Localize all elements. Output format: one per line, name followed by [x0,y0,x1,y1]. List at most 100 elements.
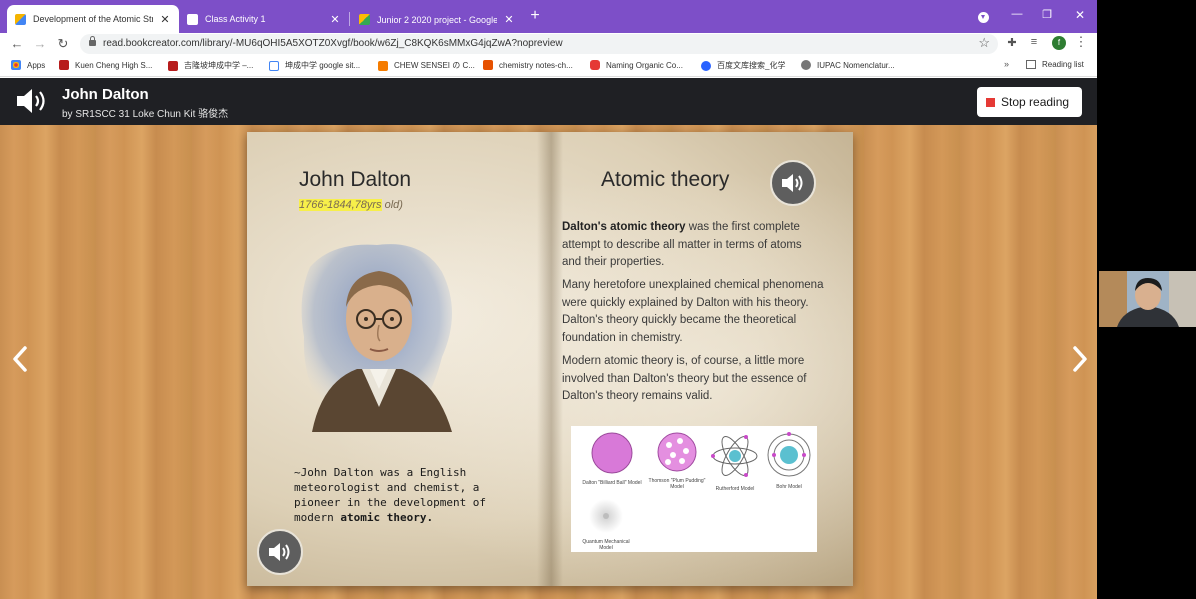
youtube-icon [590,60,600,70]
thomson-plum-pudding-graphic [657,432,697,472]
bookmark-label: Apps [27,60,46,70]
bookmark-iupac[interactable]: IUPAC Nomenclatur... [801,60,895,70]
tab-strip: Development of the Atomic Stru ✕ Class A… [0,0,1097,33]
site-favicon-icon [483,60,493,70]
reading-list-button[interactable]: Reading list [1026,60,1084,69]
bookmark-label: chemistry notes-ch... [499,60,573,70]
more-bookmarks-icon[interactable]: » [1004,59,1009,69]
address-bar[interactable]: read.bookcreator.com/library/-MU6qOHI5A5… [80,34,998,54]
stop-icon [986,97,995,107]
lock-icon [89,36,96,46]
model-label: Bohr Model [776,484,802,490]
tab-title: Junior 2 2020 project - Google 表 [377,14,497,25]
tab-separator [349,12,350,26]
reload-icon[interactable]: ↻ [56,36,70,52]
school-crest-icon [168,60,178,71]
quote-bold-text: atomic theory. [340,511,434,524]
profile-menu-icon[interactable] [978,12,989,23]
bookmark-naming-organic[interactable]: Naming Organic Co... [590,60,683,70]
book-title: John Dalton [62,86,149,103]
bookmark-kuen-cheng[interactable]: Kuen Cheng High S... [59,60,152,70]
dalton-model: Dalton "Billiard Ball" Model [579,431,645,486]
tab-title: Development of the Atomic Stru [33,14,153,24]
book-reader: John Dalton by SR1SCC 31 Loke Chun Kit 骆… [0,78,1097,599]
bohr-model: Bohr Model [763,431,815,490]
left-page-title: John Dalton [299,168,412,191]
right-page-audio-button[interactable] [770,160,816,206]
stop-reading-label: Stop reading [1001,95,1070,109]
bookcreator-favicon-icon [15,13,26,25]
paragraph-bold-term: Dalton's atomic theory [562,221,686,233]
left-page-audio-button[interactable] [257,529,303,575]
bookmark-baidu-wenku[interactable]: 百度文库搜索_化学 [701,60,785,71]
browser-window: Development of the Atomic Stru ✕ Class A… [0,0,1097,599]
extensions-icon[interactable]: ✚ [1005,36,1019,49]
classroom-favicon-icon [187,13,198,25]
url-text: read.bookcreator.com/library/-MU6qOHI5A5… [103,38,563,49]
model-label: Thomson "Plum Pudding" Model [648,478,706,490]
blogger-icon [378,60,388,71]
minimize-icon[interactable]: — [1010,8,1024,20]
bookmark-label: IUPAC Nomenclatur... [817,60,895,70]
tab-class-activity[interactable]: Class Activity 1 ✕ [179,5,349,33]
read-aloud-speaker-icon[interactable] [14,86,50,116]
model-label: Quantum Mechanical Model [582,539,630,551]
bookmark-google-sites[interactable]: 坤成中学 google sit... [269,60,360,71]
close-window-icon[interactable]: ✕ [1073,8,1087,22]
right-page-title: Atomic theory [601,168,730,191]
atomic-models-diagram: Dalton "Billiard Ball" Model Thomson "Pl… [571,426,817,552]
reading-list-toolbar-icon[interactable]: ≡ [1027,36,1041,48]
bookmark-star-icon[interactable]: ☆ [978,35,990,51]
chrome-menu-icon[interactable]: ⋮ [1074,34,1088,50]
back-icon[interactable]: ← [10,36,24,52]
dalton-billiard-ball-graphic [591,432,633,474]
book-spine [537,132,563,586]
paragraph-atomic-theory-intro: Dalton's atomic theory was the first com… [562,219,824,272]
dalton-lifespan: 1766-1844,78yrs old) [299,199,403,211]
quantum-model-graphic [589,499,623,533]
bohr-model-graphic [767,432,811,477]
baidu-icon [701,60,711,71]
book-author: by SR1SCC 31 Loke Chun Kit 骆俊杰 [62,109,229,120]
close-tab-icon[interactable]: ✕ [329,13,341,26]
forward-icon[interactable]: → [33,36,47,52]
close-tab-icon[interactable]: ✕ [503,13,515,26]
browser-toolbar: ← → ↻ read.bookcreator.com/library/-MU6q… [0,33,1097,55]
reader-header: John Dalton by SR1SCC 31 Loke Chun Kit 骆… [0,78,1097,125]
webcam-video-thumbnail [1099,271,1196,327]
paragraph-dalton-explanations: Many heretofore unexplained chemical phe… [562,279,824,344]
john-dalton-portrait [301,244,452,432]
tab-title: Class Activity 1 [205,14,266,24]
reading-list-label: Reading list [1042,60,1084,69]
close-tab-icon[interactable]: ✕ [159,13,171,26]
bookmark-label: 坤成中学 google sit... [285,61,361,70]
bookmark-chew-sensei[interactable]: CHEW SENSEI の C... [378,60,475,71]
model-label: Dalton "Billiard Ball" Model [582,480,642,486]
bookmarks-bar: Apps Kuen Cheng High S... 吉隆坡坤成中学 –... 坤… [0,55,1097,77]
bookmark-chemistry-notes[interactable]: chemistry notes-ch... [483,60,573,70]
profile-avatar[interactable]: f [1052,36,1066,50]
school-crest-icon [59,60,69,70]
quantum-mechanical-model: Quantum Mechanical Model [577,498,635,551]
previous-page-arrow-icon[interactable] [10,345,30,373]
model-label: Rutherford Model [715,486,755,492]
thomson-model: Thomson "Plum Pudding" Model [647,431,707,490]
screen: Development of the Atomic Stru ✕ Class A… [0,0,1196,599]
bookmark-kuen-cheng-chinese[interactable]: 吉隆坡坤成中学 –... [168,60,253,71]
lifespan-rest: old) [381,199,403,211]
bookmark-apps[interactable]: Apps [11,60,45,70]
new-tab-icon[interactable]: + [528,7,542,25]
tab-development-atomic-structure[interactable]: Development of the Atomic Stru ✕ [7,5,179,33]
rutherford-model-graphic [711,435,758,477]
paragraph-modern-theory: Modern atomic theory is, of course, a li… [562,355,807,402]
drive-favicon-icon [359,13,370,25]
bookmark-label: 百度文库搜索_化学 [717,61,786,70]
tab-junior-project[interactable]: Junior 2 2020 project - Google 表 ✕ [351,5,523,33]
stop-reading-button[interactable]: Stop reading [977,87,1082,117]
speaker-icon [782,174,803,192]
next-page-arrow-icon[interactable] [1070,345,1090,373]
restore-icon[interactable]: ❐ [1040,8,1054,21]
open-book-spread: John Dalton 1766-1844,78yrs old) ~John D… [247,132,853,586]
bookmark-label: 吉隆坡坤成中学 –... [184,61,254,70]
bookmark-label: Kuen Cheng High S... [75,60,153,70]
